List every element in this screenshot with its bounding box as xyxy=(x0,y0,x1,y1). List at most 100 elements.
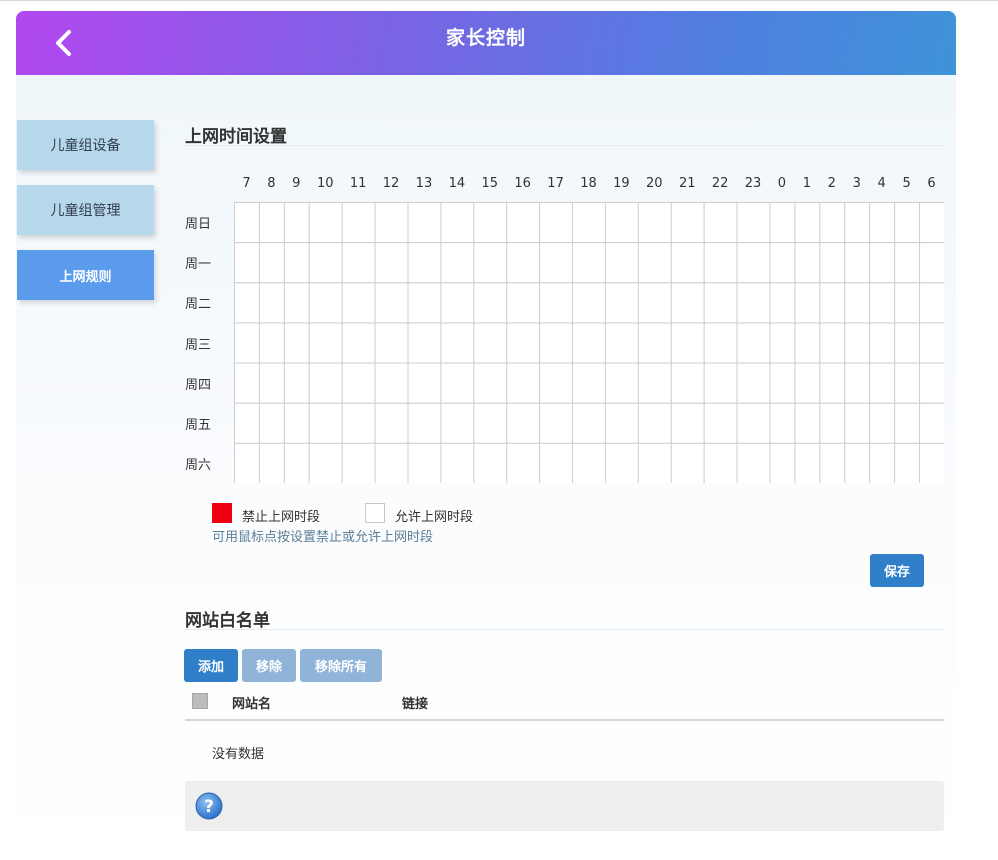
schedule-cell[interactable] xyxy=(736,242,771,284)
schedule-cell[interactable] xyxy=(769,282,796,324)
schedule-cell[interactable] xyxy=(919,282,944,324)
schedule-cell[interactable] xyxy=(341,242,376,284)
schedule-cell[interactable] xyxy=(703,442,738,483)
schedule-cell[interactable] xyxy=(234,322,260,364)
sidebar-item-internet-rules[interactable]: 上网规则 xyxy=(17,250,154,300)
schedule-cell[interactable] xyxy=(440,282,475,324)
add-button[interactable]: 添加 xyxy=(184,649,238,682)
schedule-cell[interactable] xyxy=(769,362,796,404)
schedule-cell[interactable] xyxy=(440,442,475,483)
schedule-cell[interactable] xyxy=(604,242,639,284)
schedule-cell[interactable] xyxy=(374,242,409,284)
schedule-cell[interactable] xyxy=(539,322,574,364)
schedule-cell[interactable] xyxy=(473,242,508,284)
schedule-cell[interactable] xyxy=(844,242,871,284)
schedule-cell[interactable] xyxy=(844,282,871,324)
schedule-cell[interactable] xyxy=(637,402,672,444)
schedule-cell[interactable] xyxy=(819,282,846,324)
schedule-cell[interactable] xyxy=(506,242,541,284)
schedule-cell[interactable] xyxy=(572,242,606,284)
schedule-cell[interactable] xyxy=(341,202,376,244)
schedule-cell[interactable] xyxy=(308,282,343,324)
schedule-cell[interactable] xyxy=(637,242,672,284)
schedule-cell[interactable] xyxy=(869,282,896,324)
schedule-cell[interactable] xyxy=(283,322,310,364)
schedule-cell[interactable] xyxy=(819,402,846,444)
schedule-cell[interactable] xyxy=(308,442,343,483)
select-all-checkbox[interactable] xyxy=(192,693,208,709)
schedule-cell[interactable] xyxy=(473,402,508,444)
schedule-cell[interactable] xyxy=(736,402,771,444)
schedule-cell[interactable] xyxy=(736,442,771,483)
schedule-cell[interactable] xyxy=(769,242,796,284)
schedule-cell[interactable] xyxy=(604,362,639,404)
schedule-cell[interactable] xyxy=(308,362,343,404)
schedule-cell[interactable] xyxy=(844,202,871,244)
schedule-cell[interactable] xyxy=(506,362,541,404)
schedule-cell[interactable] xyxy=(769,202,796,244)
schedule-cell[interactable] xyxy=(283,442,310,483)
schedule-cell[interactable] xyxy=(894,322,921,364)
schedule-cell[interactable] xyxy=(736,322,771,364)
schedule-cell[interactable] xyxy=(374,402,409,444)
schedule-cell[interactable] xyxy=(539,442,574,483)
schedule-cell[interactable] xyxy=(539,282,574,324)
remove-button[interactable]: 移除 xyxy=(242,649,296,682)
schedule-cell[interactable] xyxy=(637,322,672,364)
schedule-cell[interactable] xyxy=(572,402,606,444)
schedule-cell[interactable] xyxy=(869,442,896,483)
schedule-cell[interactable] xyxy=(670,202,705,244)
schedule-cell[interactable] xyxy=(703,322,738,364)
schedule-cell[interactable] xyxy=(919,242,944,284)
schedule-cell[interactable] xyxy=(572,202,606,244)
schedule-cell[interactable] xyxy=(769,442,796,483)
schedule-cell[interactable] xyxy=(407,282,442,324)
schedule-cell[interactable] xyxy=(258,202,285,244)
schedule-cell[interactable] xyxy=(473,362,508,404)
schedule-cell[interactable] xyxy=(819,202,846,244)
schedule-cell[interactable] xyxy=(844,362,871,404)
schedule-cell[interactable] xyxy=(308,402,343,444)
schedule-cell[interactable] xyxy=(919,322,944,364)
schedule-cell[interactable] xyxy=(234,442,260,483)
schedule-cell[interactable] xyxy=(637,202,672,244)
schedule-cell[interactable] xyxy=(283,242,310,284)
schedule-cell[interactable] xyxy=(670,402,705,444)
schedule-cell[interactable] xyxy=(703,202,738,244)
schedule-cell[interactable] xyxy=(407,442,442,483)
schedule-cell[interactable] xyxy=(506,322,541,364)
schedule-cell[interactable] xyxy=(283,402,310,444)
schedule-cell[interactable] xyxy=(258,402,285,444)
schedule-cell[interactable] xyxy=(604,282,639,324)
schedule-cell[interactable] xyxy=(819,242,846,284)
schedule-cell[interactable] xyxy=(769,402,796,444)
schedule-cell[interactable] xyxy=(341,282,376,324)
schedule-cell[interactable] xyxy=(894,362,921,404)
schedule-cell[interactable] xyxy=(919,402,944,444)
schedule-cell[interactable] xyxy=(407,362,442,404)
schedule-cell[interactable] xyxy=(473,282,508,324)
schedule-cell[interactable] xyxy=(473,202,508,244)
schedule-cell[interactable] xyxy=(440,202,475,244)
schedule-cell[interactable] xyxy=(844,442,871,483)
schedule-cell[interactable] xyxy=(794,362,821,404)
schedule-cell[interactable] xyxy=(736,362,771,404)
remove-all-button[interactable]: 移除所有 xyxy=(300,649,382,682)
schedule-grid[interactable] xyxy=(234,202,944,483)
schedule-cell[interactable] xyxy=(572,322,606,364)
schedule-cell[interactable] xyxy=(670,362,705,404)
schedule-cell[interactable] xyxy=(894,402,921,444)
schedule-cell[interactable] xyxy=(234,242,260,284)
schedule-cell[interactable] xyxy=(407,202,442,244)
schedule-cell[interactable] xyxy=(869,362,896,404)
schedule-cell[interactable] xyxy=(283,362,310,404)
schedule-cell[interactable] xyxy=(341,402,376,444)
schedule-cell[interactable] xyxy=(604,402,639,444)
schedule-cell[interactable] xyxy=(703,282,738,324)
schedule-cell[interactable] xyxy=(819,362,846,404)
schedule-cell[interactable] xyxy=(407,322,442,364)
schedule-cell[interactable] xyxy=(506,202,541,244)
schedule-cell[interactable] xyxy=(919,442,944,483)
schedule-cell[interactable] xyxy=(794,202,821,244)
schedule-cell[interactable] xyxy=(407,242,442,284)
